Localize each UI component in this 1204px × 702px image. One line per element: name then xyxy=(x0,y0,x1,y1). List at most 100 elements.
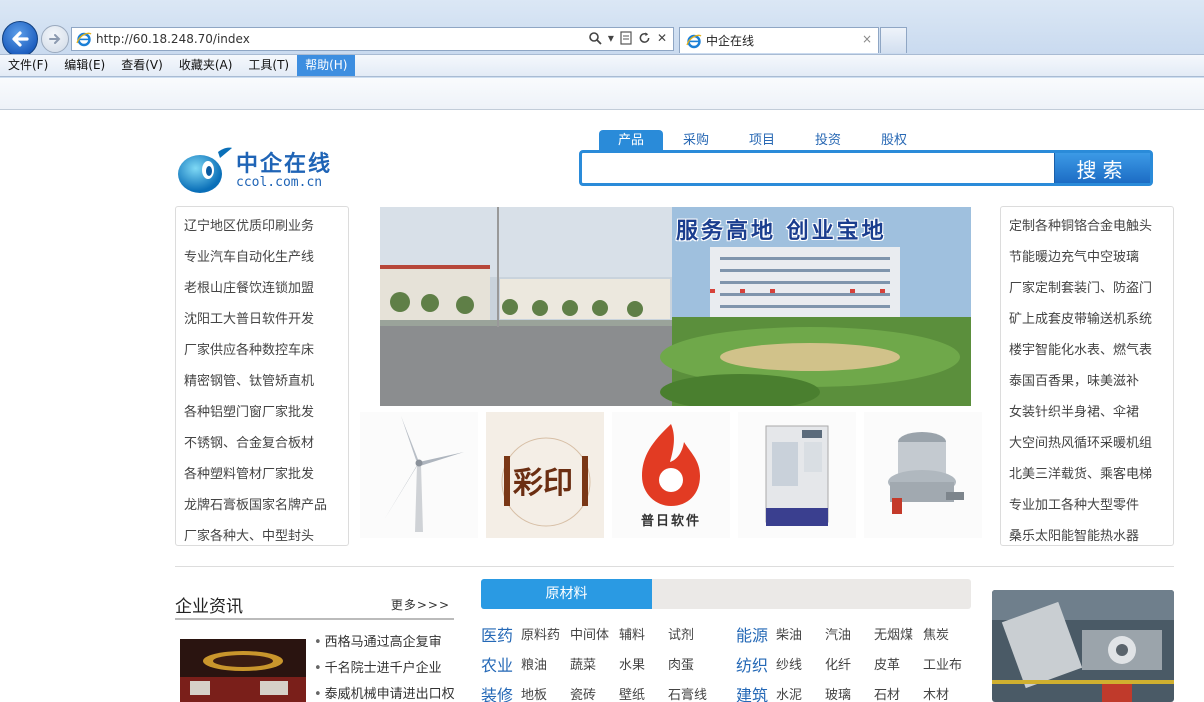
ad-photo[interactable] xyxy=(992,590,1174,702)
search-tab-equity[interactable]: 股权 xyxy=(861,130,927,151)
thumb-cnc-machine[interactable] xyxy=(738,412,856,538)
list-item[interactable]: 楼宇智能化水表、燃气表 xyxy=(1001,335,1173,366)
news-item-text: 泰威机械申请进出口权 xyxy=(324,687,455,702)
bullet-icon: • xyxy=(314,661,322,676)
news-title: 企业资讯 xyxy=(175,597,243,617)
category-name[interactable]: 医药 xyxy=(481,622,513,646)
refresh-icon[interactable] xyxy=(638,31,651,45)
search-tab-products[interactable]: 产品 xyxy=(599,130,663,151)
category-sub[interactable]: 原料药 xyxy=(521,624,560,643)
site-logo[interactable]: 中企在线 ccol.com.cn xyxy=(176,142,346,196)
news-more-link[interactable]: 更多>>> xyxy=(391,596,450,613)
category-name[interactable]: 纺织 xyxy=(736,652,768,676)
list-item[interactable]: 专业汽车自动化生产线 xyxy=(176,242,348,273)
search-tab-investment[interactable]: 投资 xyxy=(795,130,861,151)
category-sub[interactable]: 蔬菜 xyxy=(570,654,596,673)
category-sub[interactable]: 柴油 xyxy=(776,624,802,643)
address-bar[interactable]: http://60.18.248.70/index ▾ ✕ xyxy=(71,27,674,51)
menu-help[interactable]: 帮助(H) xyxy=(297,55,356,76)
thumb-puri-software[interactable]: 普日软件 xyxy=(612,412,730,538)
list-item[interactable]: 定制各种铜铬合金电触头 xyxy=(1001,211,1173,242)
category-name[interactable]: 建筑 xyxy=(736,682,768,702)
thumb-color-print[interactable]: 彩印 xyxy=(486,412,604,538)
compatibility-view-icon[interactable] xyxy=(620,31,632,45)
category-sub[interactable]: 瓷砖 xyxy=(570,684,596,702)
list-item[interactable]: 北美三洋载货、乘客电梯 xyxy=(1001,459,1173,490)
list-item[interactable]: 老根山庄餐饮连锁加盟 xyxy=(176,273,348,304)
list-item[interactable]: 桑乐太阳能智能热水器 xyxy=(1001,521,1173,545)
menu-edit[interactable]: 编辑(E) xyxy=(56,55,113,76)
search-input[interactable] xyxy=(584,155,1054,181)
category-sub[interactable]: 石材 xyxy=(874,684,900,702)
forward-button[interactable] xyxy=(41,25,69,53)
category-sub[interactable]: 地板 xyxy=(521,684,547,702)
menu-file[interactable]: 文件(F) xyxy=(0,55,56,76)
category-sub[interactable]: 水泥 xyxy=(776,684,802,702)
list-item[interactable]: 矿上成套皮带输送机系统 xyxy=(1001,304,1173,335)
category-sub[interactable]: 纱线 xyxy=(776,654,802,673)
stop-icon[interactable]: ✕ xyxy=(657,31,667,45)
category-sub[interactable]: 皮革 xyxy=(874,654,900,673)
menu-favorites[interactable]: 收藏夹(A) xyxy=(171,55,241,76)
thumb-wind-turbine[interactable] xyxy=(360,412,478,538)
category-name[interactable]: 装修 xyxy=(481,682,513,702)
tab-close-icon[interactable]: × xyxy=(862,32,872,46)
tab-title: 中企在线 xyxy=(706,34,755,48)
browser-tab[interactable]: 中企在线 × xyxy=(679,27,879,53)
list-item[interactable]: 泰国百香果，味美滋补 xyxy=(1001,366,1173,397)
list-item[interactable]: 沈阳工大普日软件开发 xyxy=(176,304,348,335)
new-tab-button[interactable] xyxy=(880,27,907,53)
category-sub[interactable]: 工业布 xyxy=(923,654,962,673)
category-sub[interactable]: 焦炭 xyxy=(923,624,949,643)
category-sub[interactable]: 汽油 xyxy=(825,624,851,643)
category-sub[interactable]: 辅料 xyxy=(619,624,645,643)
search-tabs: 产品 采购 项目 投资 股权 xyxy=(599,130,927,151)
category-sub[interactable]: 试剂 xyxy=(668,624,694,643)
list-item[interactable]: 龙牌石膏板国家名牌产品 xyxy=(176,490,348,521)
search-button[interactable]: 搜索 xyxy=(1054,153,1150,183)
back-button[interactable] xyxy=(2,21,38,57)
news-item[interactable]: • 千名院士进千户企业 xyxy=(314,656,455,682)
category-sub[interactable]: 肉蛋 xyxy=(668,654,694,673)
category-name[interactable]: 能源 xyxy=(736,622,768,646)
list-item[interactable]: 精密钢管、钛管矫直机 xyxy=(176,366,348,397)
tab-raw-materials[interactable]: 原材料 xyxy=(481,579,652,609)
list-item[interactable]: 女装针织半身裙、伞裙 xyxy=(1001,397,1173,428)
list-item[interactable]: 不锈钢、合金复合板材 xyxy=(176,428,348,459)
banner-image[interactable]: 服务高地 创业宝地 xyxy=(380,207,971,406)
list-item[interactable]: 辽宁地区优质印刷业务 xyxy=(176,211,348,242)
list-item[interactable]: 专业加工各种大型零件 xyxy=(1001,490,1173,521)
list-item[interactable]: 各种铝塑门窗厂家批发 xyxy=(176,397,348,428)
list-item[interactable]: 厂家定制套装门、防盗门 xyxy=(1001,273,1173,304)
category-row: 医药 原料药 中间体 辅料 试剂 能源 柴油 汽油 无烟煤 焦炭 xyxy=(481,622,981,652)
category-sub[interactable]: 粮油 xyxy=(521,654,547,673)
category-sub[interactable]: 中间体 xyxy=(570,624,609,643)
news-list: • 西格马通过高企复审 • 千名院士进千户企业 • 泰威机械申请进出口权 xyxy=(314,630,455,702)
category-name[interactable]: 农业 xyxy=(481,652,513,676)
search-tab-projects[interactable]: 项目 xyxy=(729,130,795,151)
menu-bar: 文件(F) 编辑(E) 查看(V) 收藏夹(A) 工具(T) 帮助(H) xyxy=(0,54,1204,77)
category-sub[interactable]: 无烟煤 xyxy=(874,624,913,643)
list-item[interactable]: 厂家各种大、中型封头 xyxy=(176,521,348,545)
search-tab-purchase[interactable]: 采购 xyxy=(663,130,729,151)
news-photo[interactable] xyxy=(180,639,306,702)
list-item[interactable]: 节能暖边充气中空玻璃 xyxy=(1001,242,1173,273)
category-sub[interactable]: 化纤 xyxy=(825,654,851,673)
news-item[interactable]: • 泰威机械申请进出口权 xyxy=(314,682,455,702)
list-item[interactable]: 各种塑料管材厂家批发 xyxy=(176,459,348,490)
category-sub[interactable]: 壁纸 xyxy=(619,684,645,702)
category-row: 装修 地板 瓷砖 壁纸 石膏线 建筑 水泥 玻璃 石材 木材 xyxy=(481,682,981,702)
category-sub[interactable]: 石膏线 xyxy=(668,684,707,702)
menu-view[interactable]: 查看(V) xyxy=(113,55,171,76)
menu-tools[interactable]: 工具(T) xyxy=(240,55,297,76)
list-item[interactable]: 大空间热风循环采暖机组 xyxy=(1001,428,1173,459)
command-bar xyxy=(0,78,1204,110)
news-item[interactable]: • 西格马通过高企复审 xyxy=(314,630,455,656)
category-sub[interactable]: 水果 xyxy=(619,654,645,673)
list-item[interactable]: 厂家供应各种数控车床 xyxy=(176,335,348,366)
thumb-crusher[interactable] xyxy=(864,412,982,538)
category-sub[interactable]: 木材 xyxy=(923,684,949,702)
dropdown-icon[interactable]: ▾ xyxy=(608,31,614,45)
search-icon[interactable] xyxy=(588,31,602,45)
category-sub[interactable]: 玻璃 xyxy=(825,684,851,702)
